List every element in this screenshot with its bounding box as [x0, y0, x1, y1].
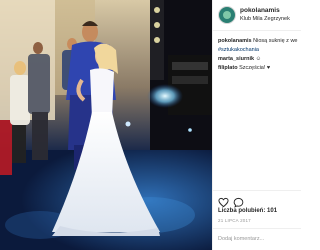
comments-list: pokolanamis Niosą suknię z we #sztukakoc…: [218, 38, 301, 74]
post-author-username[interactable]: pokolanamis: [240, 7, 280, 14]
comment-text: Niosą suknię z we: [253, 38, 298, 44]
instagram-post: pokolanamis Klub Mila Zegrzynek pokolana…: [0, 0, 301, 250]
comment-text: Szczęścia! ♥: [239, 65, 271, 71]
post-date: 21 LIPCA 2017: [218, 218, 251, 223]
comment-item: pokolanamis Niosą suknię z we: [218, 38, 301, 45]
add-comment-field[interactable]: Dodaj komentarz...: [213, 228, 301, 250]
post-photo[interactable]: [0, 0, 212, 250]
heart-outline-icon[interactable]: [218, 195, 229, 208]
comment-text: ☺: [255, 56, 262, 62]
comment-username[interactable]: marta_siurnik: [218, 56, 254, 62]
add-comment-placeholder: Dodaj komentarz...: [218, 236, 265, 242]
likes-label: Liczba polubień:: [218, 208, 266, 214]
comment-username[interactable]: pokolanamis: [218, 38, 252, 44]
likes-number: 101: [267, 208, 278, 214]
likes-count[interactable]: Liczba polubień: 101: [218, 208, 277, 214]
comment-hashtag-line: #sztukakochania: [218, 47, 301, 54]
post-location[interactable]: Klub Mila Zegrzynek: [240, 16, 290, 22]
comment-bubble-icon[interactable]: [233, 195, 244, 208]
comment-item: filiplato Szczęścia! ♥: [218, 65, 301, 72]
post-header: pokolanamis Klub Mila Zegrzynek: [213, 0, 301, 31]
hashtag-link[interactable]: #sztukakochania: [218, 47, 259, 53]
avatar[interactable]: [218, 6, 236, 24]
post-actions-bar: [213, 190, 301, 208]
post-side-panel: pokolanamis Klub Mila Zegrzynek pokolana…: [212, 0, 301, 250]
comment-username[interactable]: filiplato: [218, 65, 238, 71]
wedding-dance-photo: [0, 0, 212, 250]
comment-item: marta_siurnik ☺: [218, 56, 301, 63]
